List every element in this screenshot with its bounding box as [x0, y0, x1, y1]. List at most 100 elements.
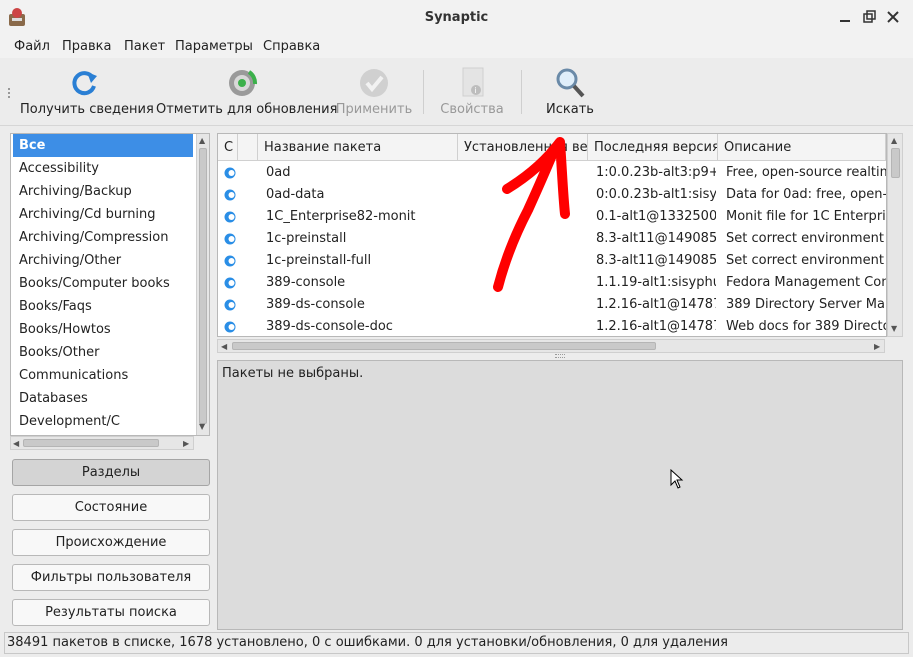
description-cell: Web docs for 389 Directory [726, 319, 886, 334]
column-header-latest[interactable]: Последняя версия [588, 134, 718, 161]
scroll-right-icon[interactable]: ▶ [183, 439, 189, 449]
toolbar-grip[interactable] [8, 88, 11, 98]
section-item[interactable]: Books/Computer books [13, 272, 193, 295]
scroll-up-icon[interactable]: ▲ [199, 136, 205, 146]
column-header-installed[interactable]: Установленная вер [458, 134, 588, 161]
scroll-right-icon[interactable]: ▶ [874, 342, 880, 352]
pane-splitter[interactable] [555, 354, 565, 358]
latest-version-cell: 1.1.19-alt1:sisyphus [596, 275, 716, 290]
title-bar: Synaptic [0, 0, 913, 36]
reload-label: Получить сведения [20, 102, 154, 117]
section-item[interactable]: Archiving/Backup [13, 180, 193, 203]
section-item[interactable]: Accessibility [13, 157, 193, 180]
table-row[interactable]: 1c-preinstall-full 8.3-alt11@14908599 Set … [218, 250, 886, 272]
table-row[interactable]: 389-ds-console 1.2.16-alt1@147870(389 Dir… [218, 294, 886, 316]
installed-version-cell [464, 294, 590, 316]
description-text: Пакеты не выбраны. [222, 366, 364, 381]
package-status-icon[interactable] [224, 188, 236, 202]
table-row[interactable]: 389-ds-console-doc 1.2.16-alt1@147870(Web… [218, 316, 886, 336]
menu-file[interactable]: Файл [14, 39, 50, 54]
section-item[interactable]: Archiving/Other [13, 249, 193, 272]
column-header-icon[interactable] [238, 134, 258, 161]
section-item[interactable]: Books/Howtos [13, 318, 193, 341]
column-header-name[interactable]: Название пакета [258, 134, 458, 161]
minimize-icon[interactable] [836, 8, 854, 26]
installed-version-cell [464, 162, 590, 184]
section-item[interactable]: Books/Other [13, 341, 193, 364]
package-status-icon[interactable] [224, 320, 236, 334]
table-row[interactable]: 1c-preinstall 8.3-alt11@14908599 Set corre… [218, 228, 886, 250]
search-label: Искать [546, 102, 594, 117]
scroll-left-icon[interactable]: ◀ [221, 342, 227, 352]
table-row[interactable]: 1C_Enterprise82-monit 0.1-alt1@133250064 M… [218, 206, 886, 228]
maximize-icon[interactable] [860, 8, 878, 26]
sections-horizontal-scrollbar[interactable]: ◀ ▶ [10, 436, 194, 450]
package-name-cell: 1c-preinstall [266, 231, 347, 246]
section-item[interactable]: Books/Faqs [13, 295, 193, 318]
table-vertical-scrollbar[interactable]: ▲ ▼ [887, 133, 903, 337]
section-item[interactable]: Archiving/Compression [13, 226, 193, 249]
menu-edit[interactable]: Правка [62, 39, 111, 54]
mark-upgrades-label: Отметить для обновления [156, 102, 338, 117]
properties-icon: i [462, 67, 484, 97]
section-item[interactable]: Development/C [13, 410, 193, 433]
apply-label: Применить [335, 102, 413, 117]
scroll-left-icon[interactable]: ◀ [13, 439, 19, 449]
search-button[interactable]: Искать [530, 58, 610, 126]
section-item[interactable]: Databases [13, 387, 193, 410]
latest-version-cell: 0.1-alt1@133250064 [596, 209, 716, 224]
table-row[interactable]: 389-console 1.1.19-alt1:sisyphus Fedora Ma… [218, 272, 886, 294]
package-status-icon[interactable] [224, 276, 236, 290]
package-name-cell: 1C_Enterprise82-monit [266, 209, 416, 224]
close-icon[interactable] [884, 8, 902, 26]
package-table: С Название пакета Установленная вер Посл… [217, 133, 887, 337]
toolbar-separator [423, 70, 424, 114]
package-status-icon[interactable] [224, 166, 236, 180]
scroll-thumb[interactable] [199, 148, 207, 424]
section-item[interactable]: Archiving/Cd burning [13, 203, 193, 226]
package-status-icon[interactable] [224, 210, 236, 224]
mark-upgrades-icon [229, 70, 258, 96]
menu-bar: Файл Правка Пакет Параметры Справка [0, 36, 913, 58]
package-name-cell: 0ad-data [266, 187, 325, 202]
menu-settings[interactable]: Параметры [175, 39, 253, 54]
properties-label: Свойства [440, 102, 504, 117]
package-name-cell: 0ad [266, 165, 291, 180]
package-status-icon[interactable] [224, 232, 236, 246]
table-row[interactable]: 0ad 1:0.0.23b-alt3:p9+23 Free, open-source… [218, 162, 886, 184]
toolbar: Получить сведения Отметить для обновлени… [0, 58, 913, 126]
properties-button[interactable]: i Свойства [432, 58, 512, 126]
toolbar-separator [521, 70, 522, 114]
mark-upgrades-button[interactable]: Отметить для обновления [156, 58, 338, 126]
origin-filter-button[interactable]: Происхождение [12, 529, 210, 556]
search-icon [556, 68, 585, 98]
apply-button[interactable]: Применить [334, 58, 414, 126]
scroll-thumb[interactable] [891, 148, 900, 178]
status-filter-button[interactable]: Состояние [12, 494, 210, 521]
sections-filter-button[interactable]: Разделы [12, 459, 210, 486]
section-item-all[interactable]: Все [13, 134, 193, 157]
scroll-thumb[interactable] [232, 342, 656, 350]
package-status-icon[interactable] [224, 298, 236, 312]
installed-version-cell [464, 272, 590, 294]
scroll-thumb[interactable] [23, 439, 159, 447]
scroll-down-icon[interactable]: ▼ [891, 324, 897, 334]
reload-button[interactable]: Получить сведения [20, 58, 154, 126]
table-row[interactable]: 0ad-data 0:0.0.23b-alt1:sisyph Data for 0a… [218, 184, 886, 206]
scroll-up-icon[interactable]: ▲ [891, 136, 897, 146]
section-item[interactable]: Communications [13, 364, 193, 387]
package-status-icon[interactable] [224, 254, 236, 268]
package-description-panel: Пакеты не выбраны. [217, 360, 903, 630]
latest-version-cell: 8.3-alt11@14908599 [596, 231, 716, 246]
installed-version-cell [464, 228, 590, 250]
menu-package[interactable]: Пакет [124, 39, 165, 54]
column-header-description[interactable]: Описание [718, 134, 886, 161]
description-cell: Set correct environment fo [726, 253, 886, 268]
column-header-status[interactable]: С [218, 134, 238, 161]
menu-help[interactable]: Справка [263, 39, 320, 54]
table-horizontal-scrollbar[interactable]: ◀ ▶ [217, 339, 885, 353]
custom-filters-button[interactable]: Фильтры пользователя [12, 564, 210, 591]
sections-vertical-scrollbar[interactable]: ▲ ▼ [196, 134, 209, 435]
scroll-down-icon[interactable]: ▼ [199, 422, 205, 432]
search-results-button[interactable]: Результаты поиска [12, 599, 210, 626]
